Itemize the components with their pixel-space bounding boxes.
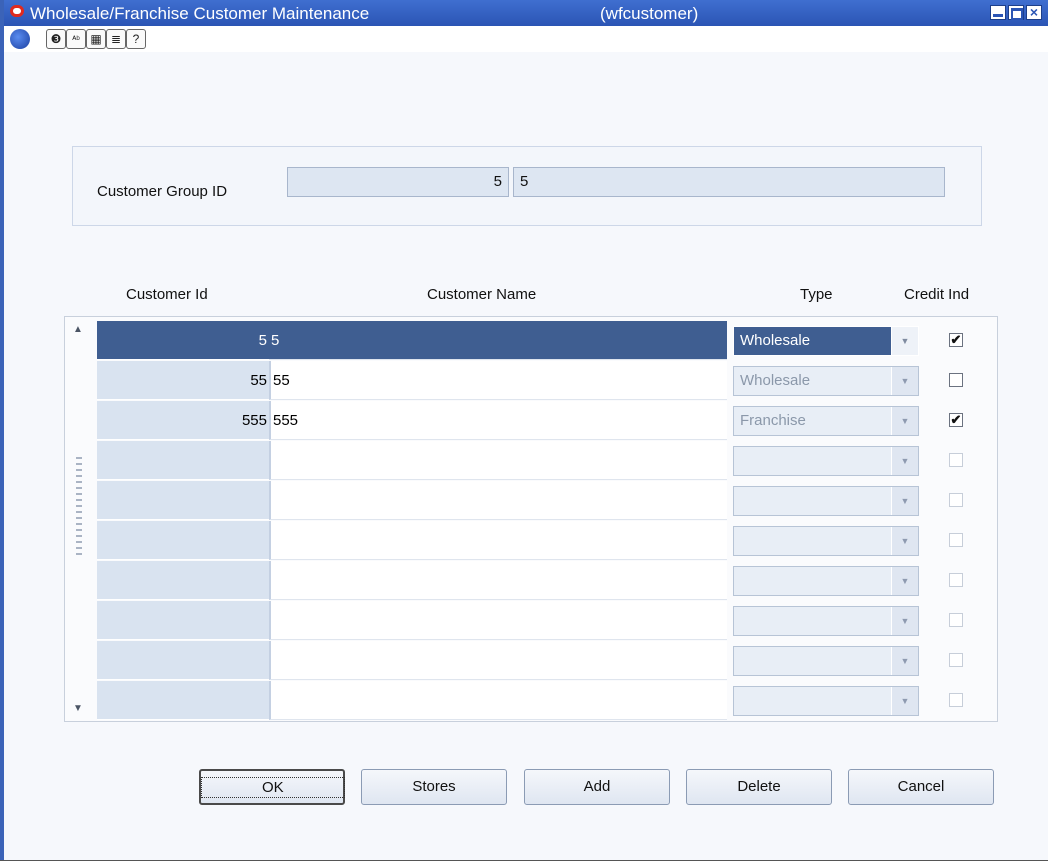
customer-name-cell[interactable]: 555 <box>269 401 727 440</box>
credit-ind-checkbox[interactable] <box>949 493 963 507</box>
toolbar: ❸ ᴬᵇ ▦ ≣ ? <box>4 26 1048 52</box>
window-identifier: (wfcustomer) <box>600 4 699 23</box>
type-select[interactable]: ▼ <box>733 686 919 716</box>
delete-button[interactable]: Delete <box>686 769 832 805</box>
chevron-down-icon[interactable]: ▼ <box>891 687 918 715</box>
table-row[interactable]: ▼ <box>97 481 995 520</box>
customer-group-id-field[interactable]: 5 <box>287 167 509 197</box>
column-header-credit-ind: Credit Ind <box>904 286 970 303</box>
credit-ind-checkbox[interactable]: ✔ <box>949 413 963 427</box>
chevron-down-icon[interactable]: ▼ <box>891 647 918 675</box>
table-row[interactable]: ▼ <box>97 521 995 560</box>
customer-name-cell[interactable] <box>269 441 727 480</box>
chevron-down-icon[interactable]: ▼ <box>891 487 918 515</box>
customer-name-cell[interactable] <box>269 681 727 720</box>
type-select[interactable]: Wholesale ▼ <box>733 326 919 356</box>
credit-ind-checkbox[interactable] <box>949 613 963 627</box>
credit-ind-checkbox[interactable] <box>949 653 963 667</box>
table-row[interactable]: ▼ <box>97 561 995 600</box>
chevron-down-icon[interactable]: ▼ <box>891 527 918 555</box>
credit-ind-checkbox[interactable] <box>949 373 963 387</box>
customer-name-cell[interactable]: 5 <box>269 321 727 360</box>
scroll-up-icon[interactable]: ▲ <box>68 321 88 339</box>
minimize-icon[interactable] <box>990 5 1006 20</box>
customer-id-cell[interactable] <box>97 481 269 520</box>
app-window: Wholesale/Franchise Customer Maintenance… <box>0 0 1048 860</box>
customer-group-label: Customer Group ID <box>97 183 228 200</box>
customer-name-cell[interactable] <box>269 521 727 560</box>
customer-id-cell[interactable] <box>97 521 269 560</box>
type-select[interactable]: ▼ <box>733 446 919 476</box>
table-row[interactable]: ▼ <box>97 441 995 480</box>
type-select[interactable]: ▼ <box>733 646 919 676</box>
help-icon[interactable]: ❸ <box>46 29 66 49</box>
credit-ind-checkbox[interactable]: ✔ <box>949 333 963 347</box>
globe-icon[interactable] <box>10 29 30 49</box>
table-row[interactable]: 55 55 Wholesale ▼ <box>97 361 995 400</box>
question-icon[interactable]: ? <box>126 29 146 49</box>
type-select-value: Franchise <box>740 412 806 429</box>
table-row[interactable]: ▼ <box>97 641 995 680</box>
type-select[interactable]: ▼ <box>733 526 919 556</box>
type-select[interactable]: Franchise ▼ <box>733 406 919 436</box>
customer-id-cell[interactable] <box>97 681 269 720</box>
customer-grid: ▲ ▼ 5 5 Wholesale ▼ ✔ 55 55 Wholesale ▼ 555 555 Fra… <box>64 316 998 722</box>
oracle-logo-icon <box>10 5 24 17</box>
add-button[interactable]: Add <box>524 769 670 805</box>
cancel-button[interactable]: Cancel <box>848 769 994 805</box>
type-select-value: Wholesale <box>740 372 811 389</box>
credit-ind-checkbox[interactable] <box>949 533 963 547</box>
table-row[interactable]: ▼ <box>97 601 995 640</box>
type-select[interactable]: ▼ <box>733 606 919 636</box>
window-bottom-border <box>0 860 1048 861</box>
table-row[interactable]: 555 555 Franchise ▼ ✔ <box>97 401 995 440</box>
window-title: Wholesale/Franchise Customer Maintenance <box>30 4 370 23</box>
credit-ind-checkbox[interactable] <box>949 693 963 707</box>
stores-button[interactable]: Stores <box>361 769 507 805</box>
credit-ind-checkbox[interactable] <box>949 453 963 467</box>
customer-name-cell[interactable] <box>269 601 727 640</box>
customer-id-cell[interactable] <box>97 641 269 680</box>
table-row[interactable]: ▼ <box>97 681 995 720</box>
chevron-down-icon[interactable]: ▼ <box>891 567 918 595</box>
chevron-down-icon[interactable]: ▼ <box>891 327 918 355</box>
customer-name-cell[interactable] <box>269 481 727 520</box>
customer-id-cell[interactable] <box>97 601 269 640</box>
type-select[interactable]: ▼ <box>733 486 919 516</box>
customer-id-cell[interactable] <box>97 441 269 480</box>
customer-name-cell[interactable] <box>269 561 727 600</box>
customer-id-cell[interactable]: 55 <box>97 361 269 400</box>
spell-icon[interactable]: ᴬᵇ <box>66 29 86 49</box>
ok-button[interactable]: OK <box>199 769 345 805</box>
customer-group-name-field: 5 <box>513 167 945 197</box>
grid-scrollbar[interactable]: ▲ ▼ <box>68 321 90 718</box>
credit-ind-checkbox[interactable] <box>949 573 963 587</box>
type-select-value: Wholesale <box>740 332 811 349</box>
customer-id-cell[interactable]: 555 <box>97 401 269 440</box>
column-header-customer-name: Customer Name <box>427 286 537 303</box>
chevron-down-icon[interactable]: ▼ <box>891 367 918 395</box>
table-row[interactable]: 5 5 Wholesale ▼ ✔ <box>97 321 995 360</box>
close-icon[interactable]: × <box>1026 5 1042 20</box>
calendar-icon[interactable]: ▦ <box>86 29 106 49</box>
customer-group-panel: Customer Group ID 5 5 <box>72 146 982 226</box>
notes-icon[interactable]: ≣ <box>106 29 126 49</box>
ok-button-label: OK <box>201 777 345 798</box>
scroll-thumb[interactable] <box>76 457 82 557</box>
column-header-customer-id: Customer Id <box>126 286 208 303</box>
chevron-down-icon[interactable]: ▼ <box>891 447 918 475</box>
scroll-down-icon[interactable]: ▼ <box>68 700 88 718</box>
type-select[interactable]: Wholesale ▼ <box>733 366 919 396</box>
customer-id-cell[interactable] <box>97 561 269 600</box>
maximize-icon[interactable] <box>1008 5 1024 20</box>
customer-name-cell[interactable]: 55 <box>269 361 727 400</box>
title-bar: Wholesale/Franchise Customer Maintenance… <box>4 0 1048 26</box>
column-header-type: Type <box>800 286 833 303</box>
customer-name-cell[interactable] <box>269 641 727 680</box>
chevron-down-icon[interactable]: ▼ <box>891 407 918 435</box>
type-select[interactable]: ▼ <box>733 566 919 596</box>
customer-id-cell[interactable]: 5 <box>97 321 269 360</box>
chevron-down-icon[interactable]: ▼ <box>891 607 918 635</box>
